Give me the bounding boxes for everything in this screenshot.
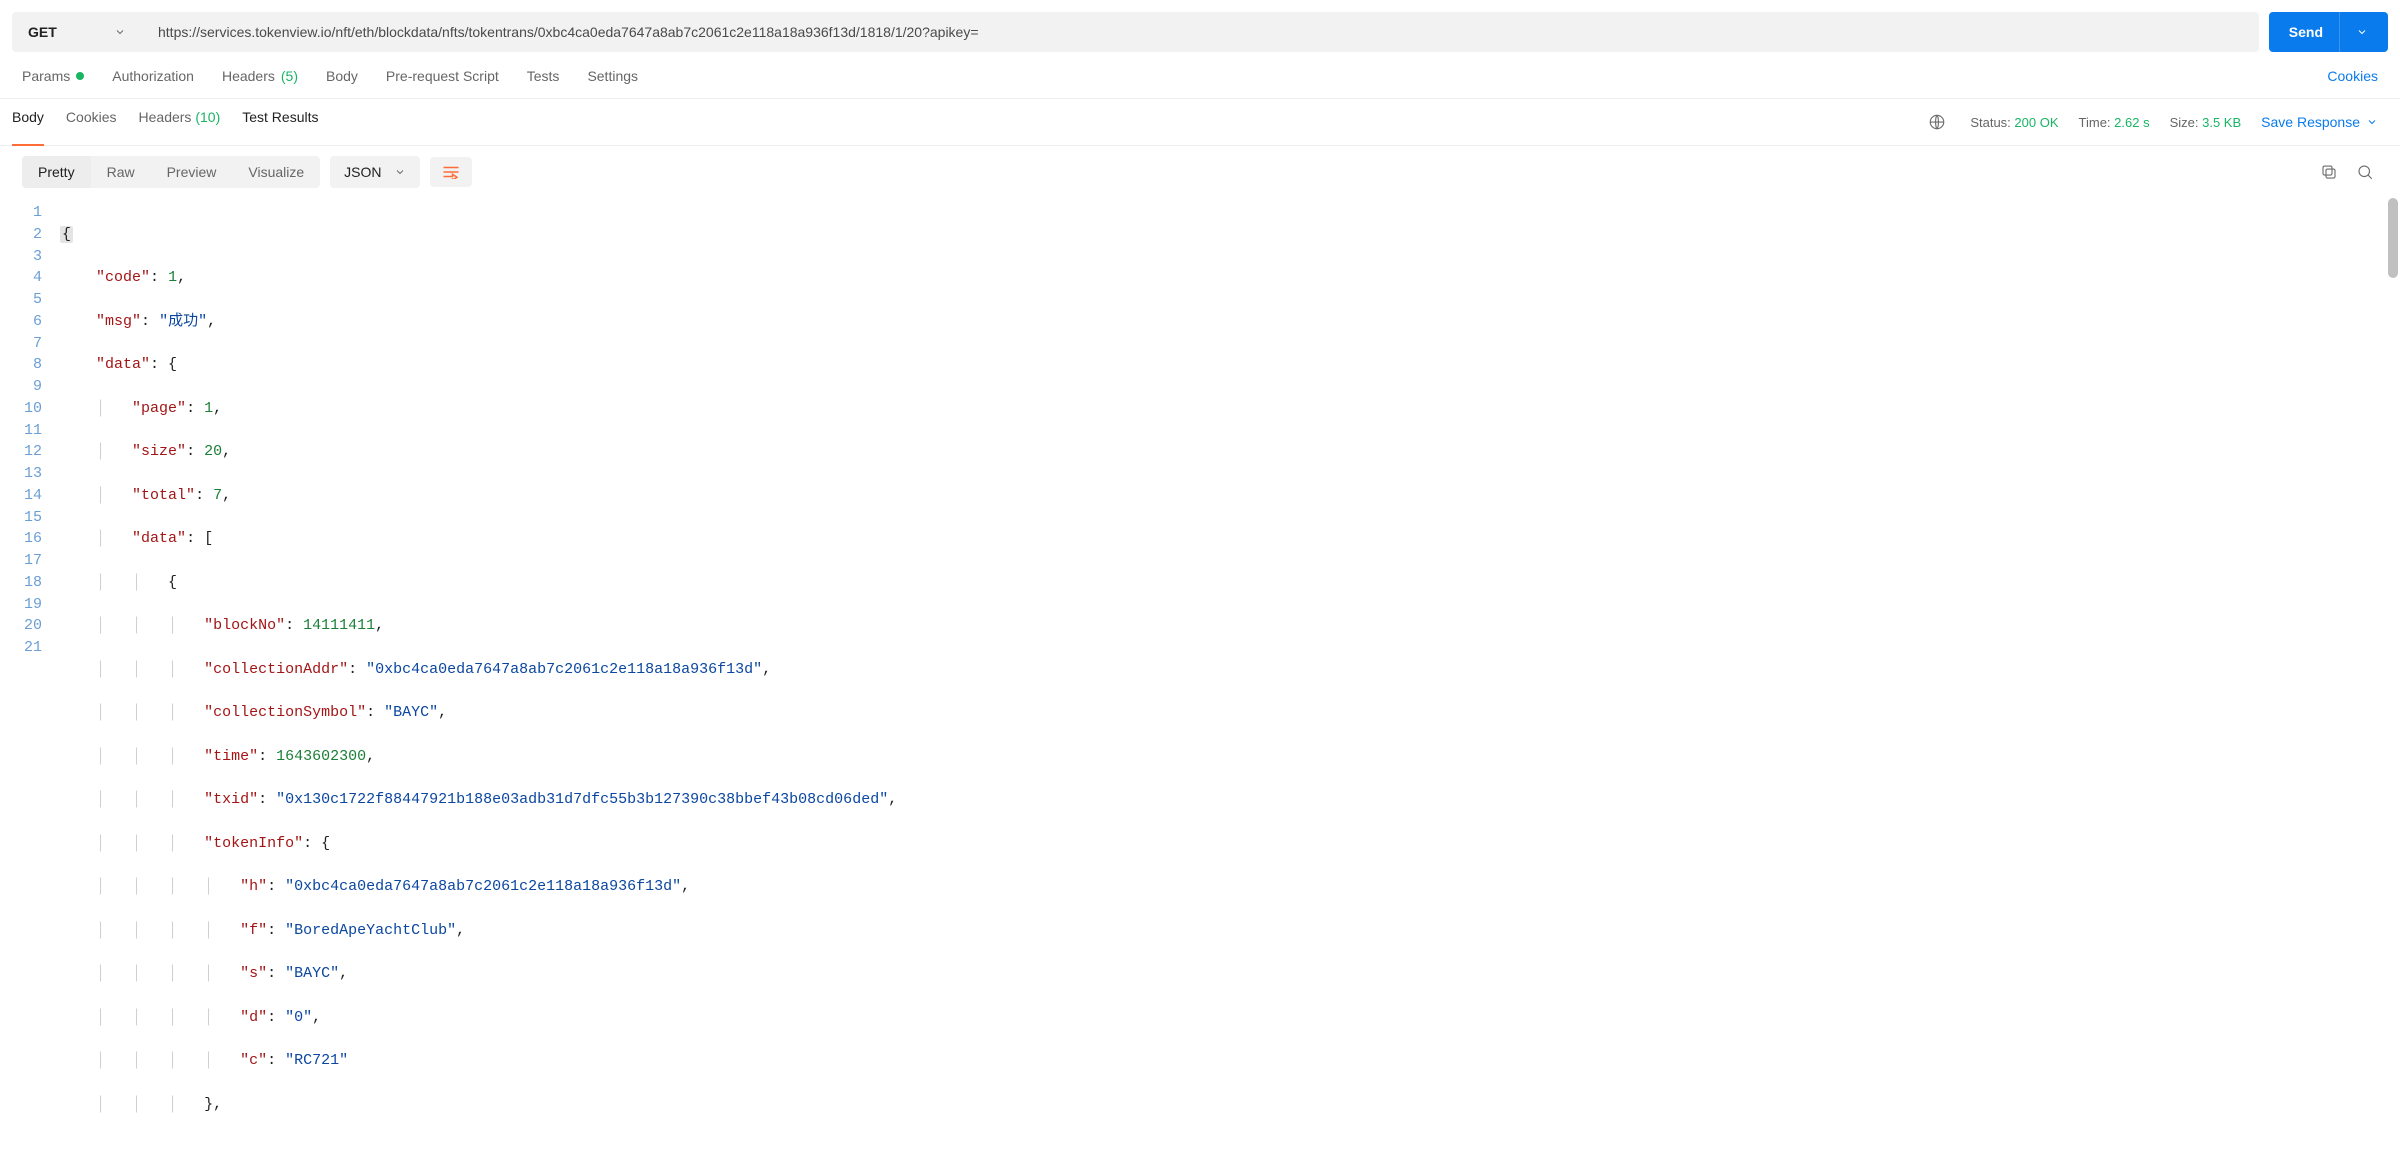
format-select[interactable]: JSON (330, 156, 419, 188)
tab-label: Settings (587, 68, 638, 84)
view-pretty[interactable]: Pretty (22, 156, 91, 188)
scrollbar-thumb[interactable] (2388, 198, 2398, 278)
tab-label: Authorization (112, 68, 194, 84)
request-tabs: Params Authorization Headers (5) Body Pr… (0, 58, 2400, 99)
chevron-down-icon (394, 166, 406, 178)
response-body-code[interactable]: 1 2 3 4 5 6 7 8 9 10 11 12 13 14 15 16 1… (0, 198, 2400, 1163)
size-label: Size: 3.5 KB (2170, 115, 2242, 130)
tab-prerequest[interactable]: Pre-request Script (386, 68, 499, 84)
send-button[interactable]: Send (2269, 12, 2388, 52)
view-raw[interactable]: Raw (91, 156, 151, 188)
view-preview[interactable]: Preview (151, 156, 233, 188)
view-visualize[interactable]: Visualize (232, 156, 320, 188)
globe-icon[interactable] (1924, 109, 1950, 135)
wrap-lines-button[interactable] (430, 157, 472, 187)
tab-settings[interactable]: Settings (587, 68, 638, 84)
tab-label: Cookies (66, 109, 117, 125)
search-icon[interactable] (2352, 159, 2378, 185)
chevron-down-icon (114, 26, 126, 38)
tab-label: Tests (527, 68, 560, 84)
chevron-down-icon (2366, 116, 2378, 128)
wrap-icon (442, 165, 460, 179)
response-tab-cookies[interactable]: Cookies (66, 109, 117, 135)
tab-tests[interactable]: Tests (527, 68, 560, 84)
active-dot-icon (76, 72, 84, 80)
cookies-link[interactable]: Cookies (2327, 68, 2378, 84)
time-label: Time: 2.62 s (2079, 115, 2150, 130)
tab-label: Body (12, 109, 44, 125)
cookies-label: Cookies (2327, 68, 2378, 84)
status-value: 200 OK (2014, 115, 2058, 130)
response-tab-headers[interactable]: Headers (10) (139, 109, 221, 135)
response-tab-body[interactable]: Body (12, 109, 44, 146)
tab-authorization[interactable]: Authorization (112, 68, 194, 84)
headers-count: (10) (195, 109, 220, 125)
chevron-down-icon (2356, 26, 2368, 38)
code-content: { "code": 1, "msg": "成功", "data": { │ "p… (52, 198, 905, 1163)
http-method-select[interactable]: GET (12, 12, 142, 52)
time-value: 2.62 s (2114, 115, 2149, 130)
send-button-label: Send (2289, 24, 2323, 40)
format-label: JSON (344, 164, 381, 180)
tab-label: Headers (222, 68, 275, 84)
view-bar: Pretty Raw Preview Visualize JSON (0, 146, 2400, 198)
tab-label: Pre-request Script (386, 68, 499, 84)
size-value: 3.5 KB (2202, 115, 2241, 130)
view-mode-segment: Pretty Raw Preview Visualize (22, 156, 320, 188)
request-bar: GET Send (0, 0, 2400, 58)
tab-body[interactable]: Body (326, 68, 358, 84)
divider (2339, 12, 2340, 52)
headers-count: (5) (281, 68, 298, 84)
response-tab-test-results[interactable]: Test Results (242, 109, 318, 135)
tab-label: Test Results (242, 109, 318, 125)
response-tabs: Body Cookies Headers (10) Test Results (12, 109, 318, 135)
save-response-label: Save Response (2261, 114, 2360, 130)
line-gutter: 1 2 3 4 5 6 7 8 9 10 11 12 13 14 15 16 1… (0, 198, 52, 1163)
tab-headers[interactable]: Headers (5) (222, 68, 298, 84)
tab-label: Params (22, 68, 70, 84)
tab-label: Body (326, 68, 358, 84)
http-method-label: GET (28, 24, 57, 40)
status-label: Status: 200 OK (1970, 115, 2058, 130)
tab-params[interactable]: Params (22, 68, 84, 84)
response-meta: Body Cookies Headers (10) Test Results S… (0, 99, 2400, 146)
save-response-button[interactable]: Save Response (2261, 114, 2378, 130)
tab-label: Headers (139, 109, 192, 125)
copy-icon[interactable] (2316, 159, 2342, 185)
request-url-input[interactable] (142, 12, 2259, 52)
